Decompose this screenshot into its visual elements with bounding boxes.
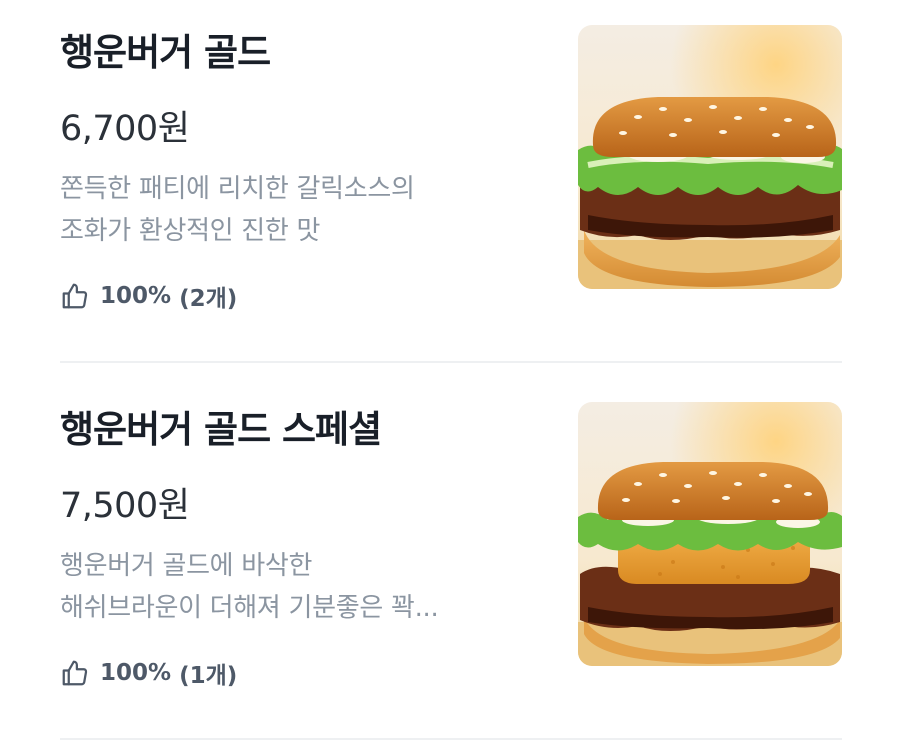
burger-illustration <box>578 25 842 289</box>
rating-percent: 100% <box>100 283 172 309</box>
burger-illustration <box>578 402 842 666</box>
thumbs-up-icon <box>62 660 88 686</box>
menu-item[interactable]: 행운버거 골드 스페셜 7,500원 행운버거 골드에 바삭한 해쉬브라운이 더… <box>0 377 899 754</box>
thumbs-up-icon <box>62 283 88 309</box>
menu-item-description: 쫀득한 패티에 리치한 갈릭소스의 조화가 환상적인 진한 맛 <box>60 168 540 252</box>
rating-count: (1개) <box>179 663 238 689</box>
description-line: 해쉬브라운이 더해져 기분좋은 꽉... <box>60 593 439 623</box>
divider <box>60 738 842 740</box>
menu-item-name: 행운버거 골드 스페셜 <box>60 408 382 451</box>
menu-item-price: 6,700원 <box>60 109 190 149</box>
menu-list: 행운버거 골드 6,700원 쫀득한 패티에 리치한 갈릭소스의 조화가 환상적… <box>0 0 899 754</box>
menu-item[interactable]: 행운버거 골드 6,700원 쫀득한 패티에 리치한 갈릭소스의 조화가 환상적… <box>0 0 899 377</box>
description-line: 쫀득한 패티에 리치한 갈릭소스의 <box>60 174 415 204</box>
divider <box>60 361 842 363</box>
menu-item-description: 행운버거 골드에 바삭한 해쉬브라운이 더해져 기분좋은 꽉... <box>60 545 540 629</box>
description-line: 조화가 환상적인 진한 맛 <box>60 216 321 246</box>
rating: 100% (2개) <box>60 280 237 312</box>
menu-item-name: 행운버거 골드 <box>60 31 271 74</box>
rating-percent: 100% <box>100 660 172 686</box>
description-line: 행운버거 골드에 바삭한 <box>60 551 313 581</box>
burger-image <box>578 25 842 289</box>
rating-count: (2개) <box>179 286 238 312</box>
menu-item-price: 7,500원 <box>60 486 190 526</box>
burger-hashbrown-image <box>578 402 842 666</box>
rating: 100% (1개) <box>60 657 237 689</box>
